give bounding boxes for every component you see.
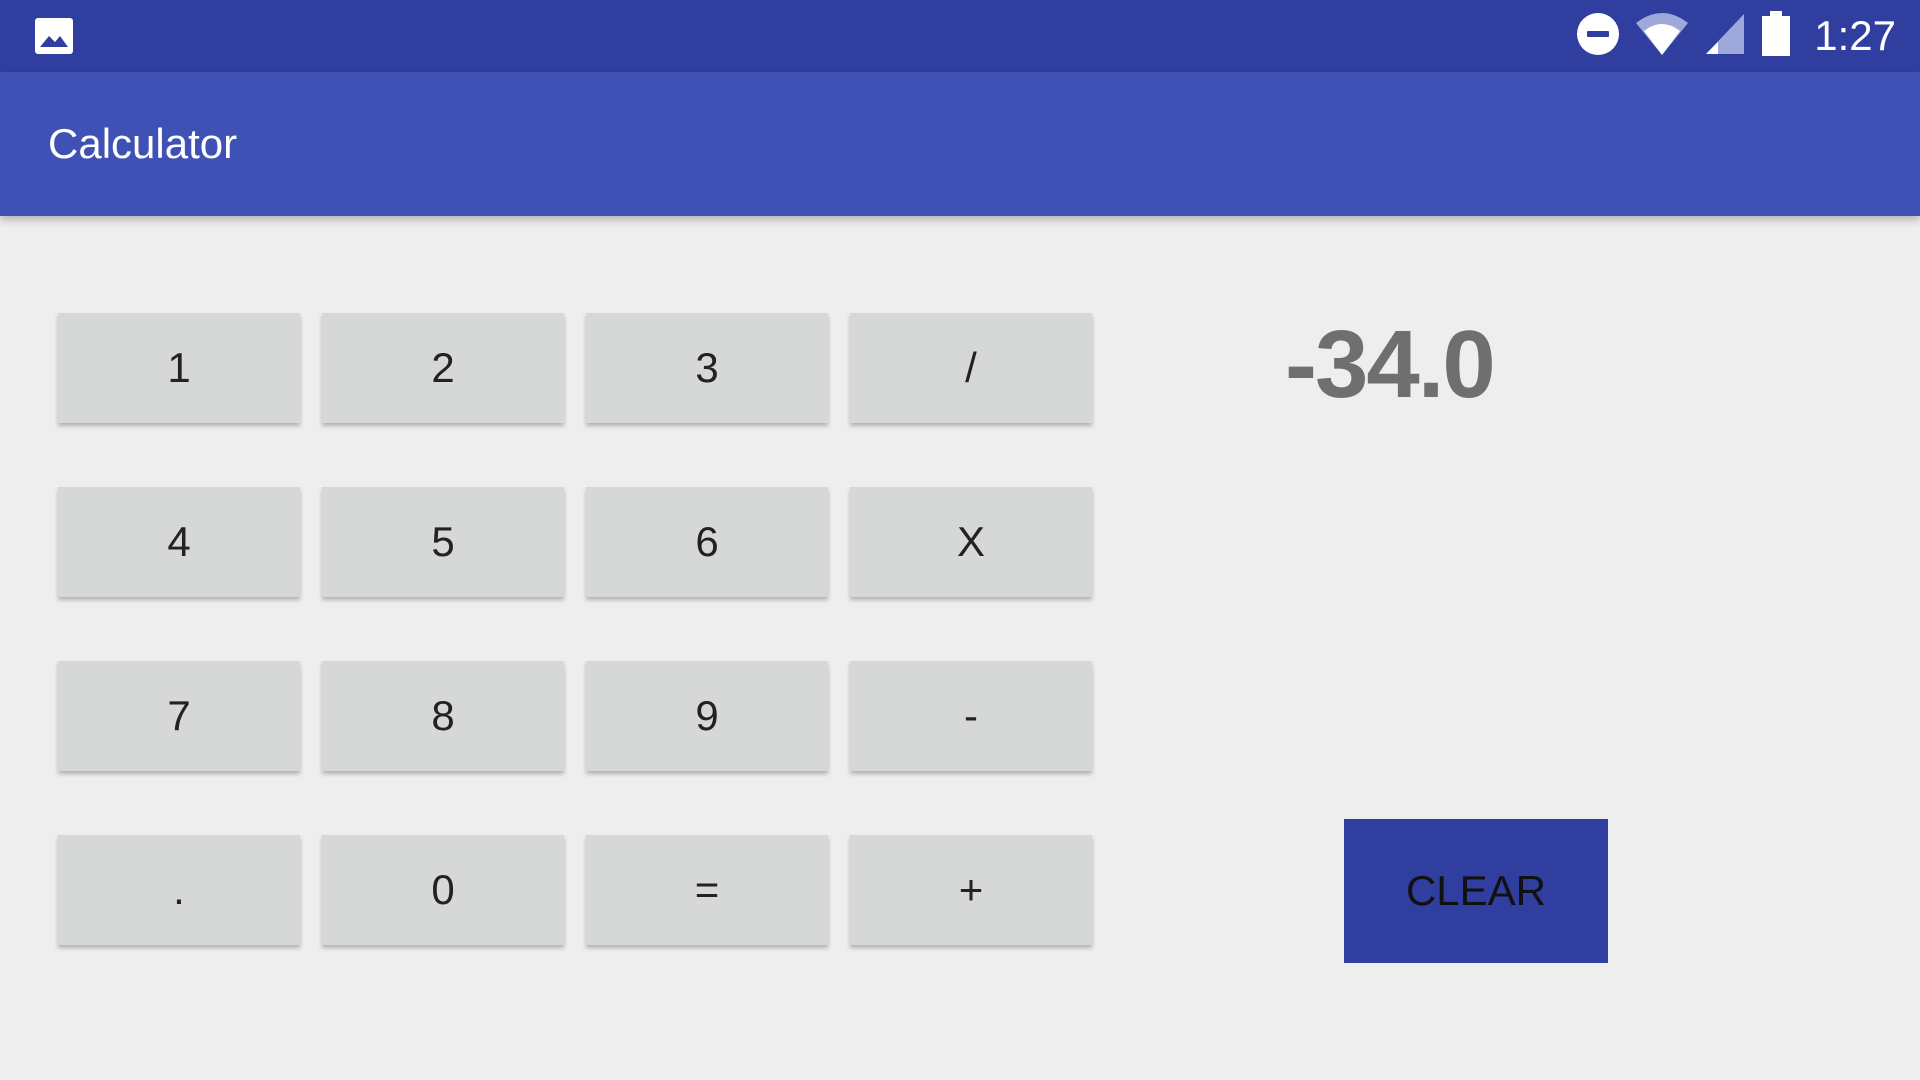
key-9[interactable]: 9 [586, 661, 828, 771]
key-2[interactable]: 2 [322, 313, 564, 423]
status-icons: 1:27 [1576, 0, 1896, 72]
app-title: Calculator [48, 120, 238, 167]
clear-button[interactable]: CLEAR [1344, 819, 1608, 963]
key-1[interactable]: 1 [58, 313, 300, 423]
key-add[interactable]: + [850, 835, 1092, 945]
wifi-icon [1634, 11, 1690, 62]
key-equals[interactable]: = [586, 835, 828, 945]
keypad: 1 2 3 / 4 5 6 X 7 8 9 - . 0 = + [58, 313, 1092, 945]
key-divide[interactable]: / [850, 313, 1092, 423]
app-bar: Calculator [0, 72, 1920, 216]
key-5[interactable]: 5 [322, 487, 564, 597]
signal-icon [1704, 12, 1746, 61]
key-subtract[interactable]: - [850, 661, 1092, 771]
status-time: 1:27 [1814, 12, 1896, 59]
key-4[interactable]: 4 [58, 487, 300, 597]
status-bar: 1:27 [0, 0, 1920, 72]
key-3[interactable]: 3 [586, 313, 828, 423]
key-7[interactable]: 7 [58, 661, 300, 771]
key-6[interactable]: 6 [586, 487, 828, 597]
battery-icon [1760, 10, 1792, 62]
do-not-disturb-icon [1576, 12, 1620, 61]
key-multiply[interactable]: X [850, 487, 1092, 597]
key-0[interactable]: 0 [322, 835, 564, 945]
key-8[interactable]: 8 [322, 661, 564, 771]
key-decimal[interactable]: . [58, 835, 300, 945]
result-display: -34.0 [1285, 311, 1496, 418]
image-icon [34, 17, 74, 55]
